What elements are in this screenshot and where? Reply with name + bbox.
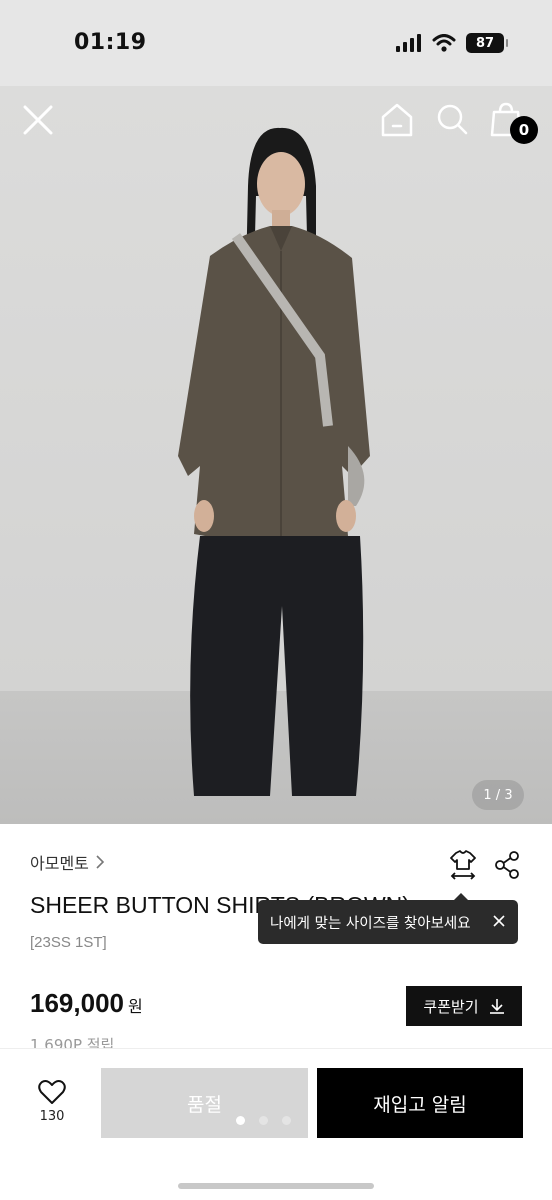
home-indicator [178,1183,374,1189]
page-dot [236,1116,245,1125]
coupon-label: 쿠폰받기 [423,997,479,1016]
price-row: 169,000 원 [30,988,143,1019]
home-icon[interactable] [380,102,414,138]
cart-count-badge[interactable]: 0 [510,116,538,144]
size-finder-tooltip[interactable]: 나에게 맞는 사이즈를 찾아보세요 [258,893,518,944]
wifi-icon [432,34,456,52]
product-photo [178,127,370,796]
hanger-size-icon[interactable] [448,850,478,880]
brand-name: 아모멘토 [30,854,89,873]
status-time: 01:19 [74,30,147,55]
battery-indicator: 87 [466,33,508,53]
price-unit: 원 [127,997,143,1016]
heart-icon [38,1080,66,1104]
soldout-button[interactable]: 품절 [101,1068,308,1138]
price: 169,000 [30,988,124,1018]
image-counter: 1 / 3 [472,780,524,810]
bottom-action-bar: 130 품절 재입고 알림 [0,1048,552,1200]
like-count: 130 [39,1109,65,1124]
chevron-right-icon [96,855,105,869]
download-icon [489,999,504,1014]
like-button[interactable]: 130 [30,1079,74,1135]
status-bar: 01:19 87 [0,0,552,86]
product-image-gallery[interactable]: 0 1 / 3 [0,86,552,824]
status-icons: 87 [396,33,508,53]
share-icon[interactable] [494,851,520,879]
search-icon[interactable] [436,102,468,138]
page-dot [282,1116,291,1125]
close-icon[interactable] [20,102,56,138]
restock-alert-button[interactable]: 재입고 알림 [317,1068,523,1138]
page-indicator [236,1116,291,1125]
product-code: [23SS 1ST] [30,934,107,951]
close-icon[interactable] [490,912,508,930]
tooltip-text: 나에게 맞는 사이즈를 찾아보세요 [270,915,471,932]
coupon-download-button[interactable]: 쿠폰받기 [406,986,522,1026]
page-dot [259,1116,268,1125]
brand-link[interactable]: 아모멘토 [30,850,105,874]
signal-icon [396,34,421,52]
